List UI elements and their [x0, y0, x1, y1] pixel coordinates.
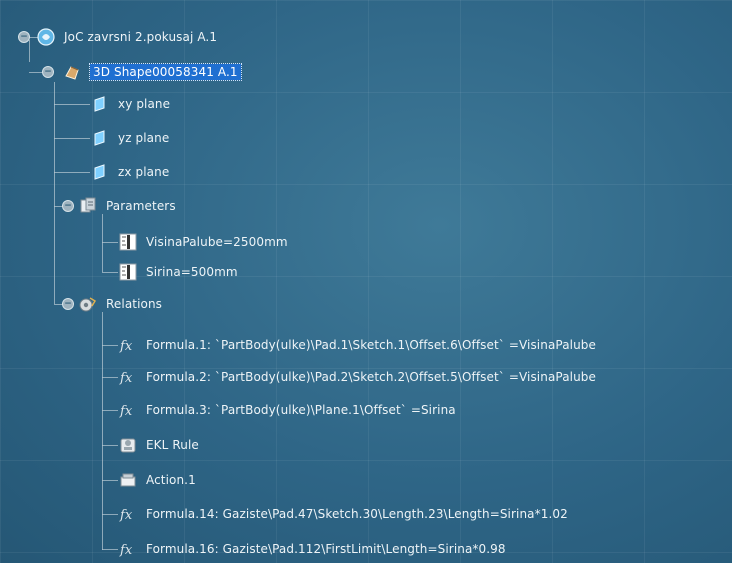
part-icon	[62, 62, 82, 82]
tree-node-formula[interactable]: fx Formula.16: Gaziste\Pad.112\FirstLimi…	[118, 536, 506, 562]
tree-node-action[interactable]: Action.1	[118, 467, 196, 493]
tree-node-label: Formula.16: Gaziste\Pad.112\FirstLimit\L…	[146, 542, 506, 556]
tree-line	[54, 138, 90, 139]
formula-icon: fx	[118, 539, 138, 559]
tree-node-ekl-rule[interactable]: EKL Rule	[118, 432, 199, 458]
collapse-toggle-relations[interactable]: −	[62, 298, 74, 310]
tree-line	[102, 549, 118, 550]
ekl-rule-icon	[118, 435, 138, 455]
tree-node-label: Formula.14: Gaziste\Pad.47\Sketch.30\Len…	[146, 507, 568, 521]
tree-node-zx-plane[interactable]: zx plane	[90, 159, 169, 185]
tree-node-label: Sirina=500mm	[146, 265, 238, 279]
tree-node-parameters[interactable]: Parameters	[78, 193, 176, 219]
tree-line	[54, 104, 90, 105]
tree-node-3d-shape[interactable]: 3D Shape00058341 A.1	[62, 59, 242, 85]
tree-node-label: xy plane	[118, 97, 171, 111]
plane-icon	[90, 128, 110, 148]
tree-node-formula[interactable]: fx Formula.14: Gaziste\Pad.47\Sketch.30\…	[118, 501, 568, 527]
tree-node-label: Relations	[106, 297, 163, 311]
length-parameter-icon	[118, 262, 138, 282]
formula-icon: fx	[118, 400, 138, 420]
tree-node-relations[interactable]: Relations	[78, 291, 162, 317]
collapse-toggle-root[interactable]: −	[18, 31, 30, 43]
tree-line	[54, 172, 90, 173]
tree-line	[102, 514, 118, 515]
plane-icon	[90, 162, 110, 182]
relations-icon	[78, 294, 98, 314]
plane-icon	[90, 94, 110, 114]
tree-line	[102, 445, 118, 446]
tree-node-label: JoC zavrsni 2.pokusaj A.1	[64, 30, 218, 44]
tree-line	[102, 410, 118, 411]
parameters-icon	[78, 196, 98, 216]
tree-node-label: Action.1	[146, 473, 196, 487]
tree-node-label: yz plane	[118, 131, 170, 145]
svg-text:fx: fx	[119, 508, 133, 523]
specification-tree: − − − − JoC zavrsni 2.pokusaj A.1 3D Sha…	[0, 0, 732, 563]
formula-icon: fx	[118, 504, 138, 524]
product-icon	[36, 27, 56, 47]
tree-node-yz-plane[interactable]: yz plane	[90, 125, 169, 151]
tree-node-label: Formula.3: `PartBody(ulke)\Plane.1\Offse…	[146, 403, 456, 417]
tree-node-parameter[interactable]: VisinaPalube=2500mm	[118, 229, 288, 255]
tree-line	[102, 345, 118, 346]
svg-text:fx: fx	[119, 543, 133, 558]
tree-line	[102, 377, 118, 378]
collapse-toggle-shape[interactable]: −	[42, 66, 54, 78]
tree-node-root[interactable]: JoC zavrsni 2.pokusaj A.1	[36, 24, 217, 50]
tree-node-label: VisinaPalube=2500mm	[146, 235, 288, 249]
tree-line	[102, 214, 103, 272]
formula-icon: fx	[118, 367, 138, 387]
svg-text:fx: fx	[119, 371, 133, 386]
tree-node-label: Formula.2: `PartBody(ulke)\Pad.2\Sketch.…	[146, 370, 596, 384]
tree-line	[29, 40, 30, 62]
action-icon	[118, 470, 138, 490]
tree-node-label: zx plane	[118, 165, 170, 179]
tree-node-formula[interactable]: fx Formula.1: `PartBody(ulke)\Pad.1\Sket…	[118, 332, 596, 358]
tree-node-formula[interactable]: fx Formula.2: `PartBody(ulke)\Pad.2\Sket…	[118, 364, 596, 390]
tree-line	[102, 272, 118, 273]
tree-node-parameter[interactable]: Sirina=500mm	[118, 259, 238, 285]
tree-node-formula[interactable]: fx Formula.3: `PartBody(ulke)\Plane.1\Of…	[118, 397, 456, 423]
length-parameter-icon	[118, 232, 138, 252]
tree-node-label: Parameters	[106, 199, 176, 213]
tree-line	[102, 480, 118, 481]
tree-line	[102, 242, 118, 243]
tree-line	[54, 82, 55, 304]
tree-node-label: 3D Shape00058341 A.1	[89, 63, 242, 81]
tree-node-xy-plane[interactable]: xy plane	[90, 91, 170, 117]
tree-node-label: Formula.1: `PartBody(ulke)\Pad.1\Sketch.…	[146, 338, 596, 352]
tree-node-label: EKL Rule	[146, 438, 199, 452]
svg-text:fx: fx	[119, 404, 133, 419]
collapse-toggle-parameters[interactable]: −	[62, 200, 74, 212]
svg-text:fx: fx	[119, 339, 133, 354]
formula-icon: fx	[118, 335, 138, 355]
